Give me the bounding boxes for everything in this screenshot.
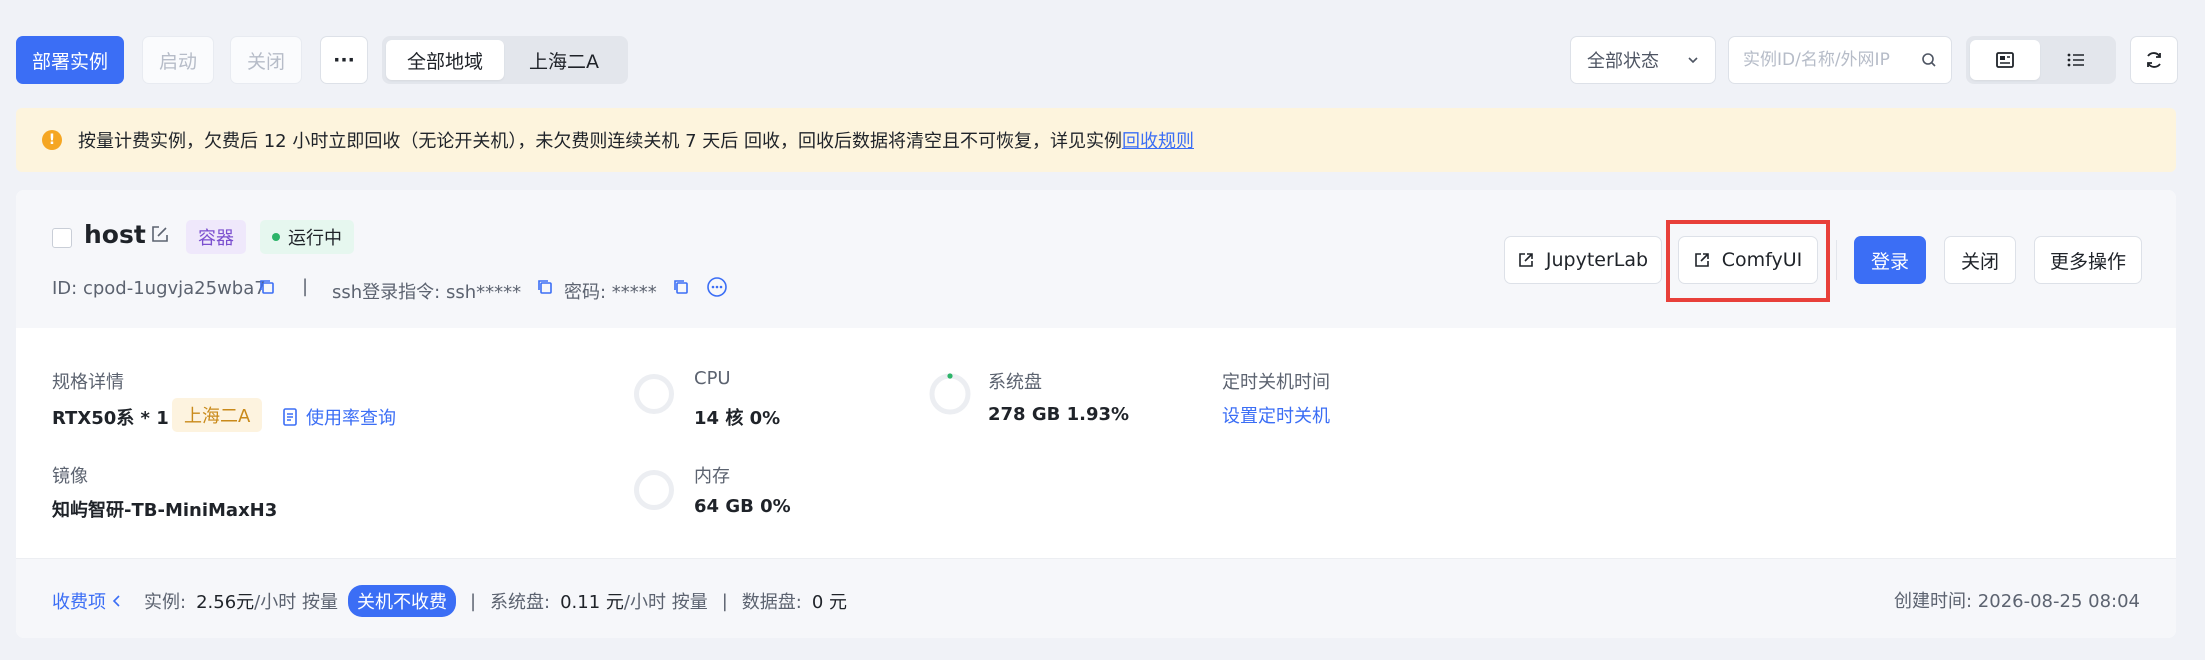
billing-footer: 收费项 实例: 2.56元 /小时 按量 关机不收费 | 系统盘: 0.11 元… — [16, 558, 2176, 638]
warning-icon: ! — [42, 130, 62, 150]
chevron-down-icon — [1687, 54, 1699, 66]
jupyterlab-label: JupyterLab — [1545, 249, 1649, 271]
spec-label: 规格详情 — [52, 372, 124, 393]
disk-value: 278 GB 1.93% — [988, 404, 1130, 425]
refresh-button[interactable] — [2130, 36, 2178, 84]
highlight-annotation — [1666, 220, 1830, 302]
edit-icon[interactable] — [150, 224, 170, 244]
jupyterlab-button[interactable]: JupyterLab — [1504, 236, 1662, 284]
billing-separator: | — [469, 590, 477, 612]
login-button[interactable]: 登录 — [1854, 236, 1926, 284]
tab-all-regions[interactable]: 全部地域 — [386, 40, 504, 80]
separator: | — [302, 276, 309, 297]
search-box — [1728, 36, 1952, 84]
billing-toggle[interactable]: 收费项 — [52, 588, 106, 614]
search-input[interactable] — [1743, 50, 1921, 70]
instance-id: ID: cpod-1ugvja25wba7 — [52, 278, 266, 299]
memory-ring — [634, 470, 674, 510]
search-icon[interactable] — [1921, 52, 1937, 68]
disk-price: 0.11 元 — [560, 592, 624, 613]
copy-icon[interactable] — [258, 278, 276, 296]
tab-shanghai-2a[interactable]: 上海二A — [504, 40, 624, 80]
ssh-command: ssh登录指令: ssh***** — [332, 282, 522, 303]
instance-price-label: 实例: — [144, 592, 187, 613]
memory-label: 内存 — [694, 466, 730, 487]
copy-password-icon[interactable] — [672, 278, 690, 296]
deploy-instance-button[interactable]: 部署实例 — [16, 36, 124, 84]
password-text: 密码: ***** — [564, 282, 657, 303]
usage-query-label: 使用率查询 — [306, 408, 396, 429]
list-view-icon[interactable] — [2040, 40, 2112, 80]
chevron-left-icon[interactable] — [112, 594, 122, 608]
status-text: 运行中 — [288, 228, 342, 249]
image-value: 知屿智研-TB-MiniMaxH3 — [52, 500, 278, 521]
free-when-off-badge: 关机不收费 — [347, 585, 456, 617]
notice-text: 按量计费实例，欠费后 12 小时立即回收（无论开关机），未欠费则连续关机 7 天… — [78, 131, 1122, 152]
refresh-icon — [2144, 50, 2164, 70]
disk-ring — [928, 372, 972, 416]
disk-price-label: 系统盘: — [490, 592, 551, 613]
usage-query-link[interactable]: 使用率查询 — [282, 404, 396, 430]
data-disk-label: 数据盘: — [741, 592, 802, 613]
cpu-label: CPU — [694, 368, 731, 389]
billing-row: 收费项 实例: 2.56元 /小时 按量 关机不收费 | 系统盘: 0.11 元… — [52, 585, 847, 617]
document-icon — [282, 408, 298, 426]
more-actions-button[interactable]: ··· — [320, 36, 368, 84]
external-link-icon — [1518, 252, 1534, 268]
billing-separator: | — [721, 590, 728, 612]
memory-value: 64 GB 0% — [694, 496, 791, 517]
status-badge: 运行中 — [260, 220, 354, 254]
shutdown-label: 定时关机时间 — [1222, 372, 1330, 393]
card-view-icon[interactable] — [1970, 40, 2040, 80]
copy-ssh-icon[interactable] — [536, 278, 554, 296]
data-disk-price: 0 元 — [811, 592, 848, 613]
disk-price-unit: /小时 按量 — [623, 592, 708, 613]
running-dot-icon — [272, 233, 280, 241]
instance-checkbox[interactable] — [52, 228, 72, 248]
status-select-value: 全部状态 — [1587, 51, 1659, 72]
instance-card: host 容器 运行中 ID: cpod-1ugvja25wba7 | ssh登… — [16, 190, 2176, 638]
recycle-rules-link[interactable]: 回收规则 — [1122, 127, 1194, 153]
close-instance-button[interactable]: 关闭 — [1944, 236, 2016, 284]
instance-card-header: host 容器 运行中 ID: cpod-1ugvja25wba7 | ssh登… — [16, 190, 2176, 328]
set-shutdown-link[interactable]: 设置定时关机 — [1222, 402, 1330, 428]
start-button[interactable]: 启动 — [142, 36, 214, 84]
region-tag: 上海二A — [172, 398, 263, 432]
more-dots-icon[interactable] — [706, 276, 728, 298]
cpu-ring — [634, 374, 674, 414]
close-button[interactable]: 关闭 — [230, 36, 302, 84]
more-operations-button[interactable]: 更多操作 — [2034, 236, 2142, 284]
cpu-value: 14 核 0% — [694, 408, 781, 429]
disk-label: 系统盘 — [988, 372, 1042, 393]
created-time: 创建时间: 2026-08-25 08:04 — [1894, 591, 2140, 612]
image-label: 镜像 — [52, 466, 88, 487]
divider — [1836, 240, 1837, 280]
instance-price: 2.56元 — [196, 592, 255, 613]
view-toggle — [1966, 36, 2116, 84]
recycle-notice: ! 按量计费实例，欠费后 12 小时立即回收（无论开关机），未欠费则连续关机 7… — [16, 108, 2176, 172]
status-select[interactable]: 全部状态 — [1570, 36, 1716, 84]
container-tag: 容器 — [186, 220, 246, 254]
instance-name: host — [84, 220, 146, 249]
instance-price-unit: /小时 按量 — [254, 592, 338, 613]
region-tabs: 全部地域 上海二A — [382, 36, 628, 84]
spec-value: RTX50系 * 1 — [52, 408, 169, 429]
